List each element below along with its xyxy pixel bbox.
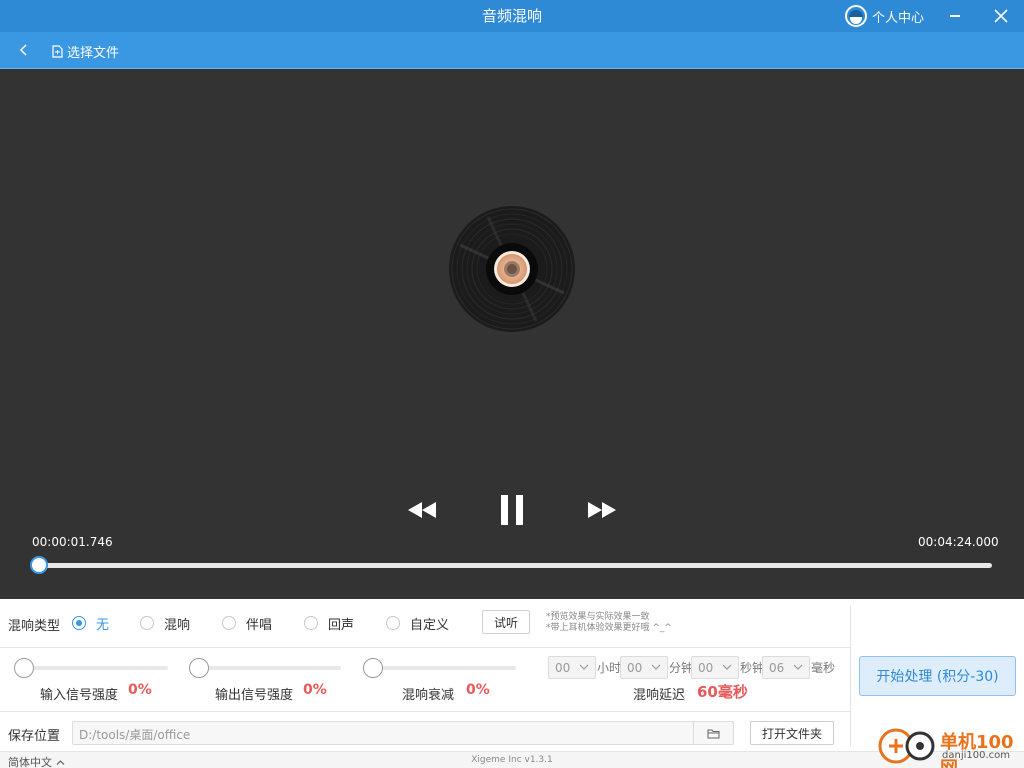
select-file-label: 选择文件 (67, 45, 120, 61)
hours-select[interactable]: 00 (548, 656, 596, 679)
hours-value: 00 (555, 660, 571, 675)
fast-forward-button[interactable] (584, 497, 620, 523)
pause-icon (501, 495, 523, 525)
input-strength-slider[interactable] (14, 658, 168, 678)
vertical-divider (850, 606, 851, 746)
slider-handle[interactable] (363, 658, 383, 678)
divider (0, 647, 850, 648)
chevron-down-icon (793, 664, 803, 670)
decay-value: 0% (466, 682, 490, 698)
radio-echo[interactable]: 回声 (304, 615, 355, 633)
input-strength-value: 0% (128, 682, 152, 698)
output-strength-label: 输出信号强度 (215, 688, 294, 703)
radio-circle (222, 616, 236, 630)
minimize-icon (950, 15, 960, 17)
select-file-button[interactable]: 选择文件 (52, 41, 119, 61)
close-icon (994, 9, 1008, 23)
minutes-value: 00 (627, 660, 643, 675)
ms-unit: 毫秒 (811, 661, 836, 675)
progress-handle[interactable] (29, 556, 48, 574)
user-center-button[interactable]: 个人中心 (845, 5, 924, 27)
divider (0, 711, 850, 712)
player-area: 00:00:01.746 00:04:24.000 (0, 69, 1024, 599)
slider-track (363, 666, 516, 670)
decay-slider[interactable] (363, 658, 516, 678)
radio-circle (140, 616, 154, 630)
settings-panel: 混响类型 无 混响 伴唱 回声 自定义 试听 *预览效果与实际效果一致 *带上耳… (0, 599, 850, 751)
radio-label: 自定义 (410, 617, 450, 633)
watermark-domain: danji100.com (942, 750, 1010, 761)
slider-track (14, 666, 168, 670)
radio-reverb[interactable]: 混响 (140, 615, 191, 633)
fast-forward-icon (588, 502, 616, 518)
current-time: 00:00:01.746 (32, 535, 113, 549)
save-path-input[interactable]: D:/tools/桌面/office (72, 721, 734, 745)
slider-track (189, 666, 341, 670)
chevron-down-icon (651, 664, 661, 670)
radio-none[interactable]: 无 (72, 615, 110, 633)
chevron-down-icon (722, 664, 732, 670)
watermark-logo: 单机100网 danji100.com (872, 724, 1024, 768)
note-line: *预览效果与实际效果一致 (546, 612, 650, 622)
slider-handle[interactable] (14, 658, 34, 678)
radio-label: 伴唱 (246, 617, 273, 633)
reverb-type-label: 混响类型 (8, 619, 61, 634)
ms-value: 06 (769, 660, 785, 675)
minutes-select[interactable]: 00 (620, 656, 668, 679)
progress-track (32, 563, 992, 568)
seconds-unit: 秒钟 (740, 661, 765, 675)
hours-unit: 小时 (597, 661, 622, 675)
radio-custom[interactable]: 自定义 (386, 615, 450, 633)
delay-value: 60毫秒 (697, 683, 748, 701)
site-logo-icon (878, 728, 935, 764)
file-icon (52, 44, 63, 58)
seconds-select[interactable]: 00 (691, 656, 739, 679)
chevron-down-icon (579, 664, 589, 670)
vinyl-record-icon (449, 206, 575, 332)
radio-circle (386, 616, 400, 630)
watermark-name: 单机100网 (940, 732, 1014, 768)
radio-label: 混响 (164, 617, 191, 633)
minutes-unit: 分钟 (669, 661, 694, 675)
delay-label: 混响延迟 (633, 688, 686, 703)
radio-label: 回声 (328, 617, 355, 633)
rewind-button[interactable] (404, 497, 440, 523)
ms-select[interactable]: 06 (762, 656, 810, 679)
radio-circle (304, 616, 318, 630)
folder-icon (707, 729, 720, 738)
close-button[interactable] (984, 0, 1018, 32)
open-folder-button[interactable]: 打开文件夹 (750, 721, 834, 745)
output-strength-slider[interactable] (189, 658, 341, 678)
status-bar: 简体中文 Xigeme Inc v1.3.1 (0, 751, 1024, 768)
input-strength-label: 输入信号强度 (40, 688, 119, 703)
decay-label: 混响衰减 (402, 688, 455, 703)
rewind-icon (408, 502, 436, 518)
output-strength-value: 0% (303, 682, 327, 698)
pause-button[interactable] (496, 493, 528, 527)
avatar-icon (845, 5, 867, 27)
back-button[interactable] (14, 40, 34, 60)
note-line: *带上耳机体验效果更好哦 ^_^ (546, 623, 672, 633)
browse-folder-button[interactable] (693, 722, 733, 744)
user-center-label: 个人中心 (872, 10, 925, 26)
minimize-button[interactable] (938, 0, 972, 32)
title-bar: 音频混响 个人中心 (0, 0, 1024, 32)
preview-notes: *预览效果与实际效果一致 *带上耳机体验效果更好哦 ^_^ (546, 612, 672, 634)
start-processing-button[interactable]: 开始处理 (积分-30) (859, 656, 1016, 696)
seconds-value: 00 (698, 660, 714, 675)
radio-circle (72, 616, 86, 630)
try-listen-button[interactable]: 试听 (482, 610, 530, 634)
save-path-value: D:/tools/桌面/office (79, 728, 191, 742)
toolbar: 选择文件 (0, 32, 1024, 69)
slider-handle[interactable] (189, 658, 209, 678)
chevron-left-icon (19, 44, 27, 56)
total-time: 00:04:24.000 (918, 535, 999, 549)
save-location-label: 保存位置 (8, 729, 61, 744)
version-label: Xigeme Inc v1.3.1 (471, 755, 553, 765)
radio-chorus[interactable]: 伴唱 (222, 615, 273, 633)
radio-label: 无 (96, 617, 110, 633)
progress-slider[interactable] (29, 556, 992, 574)
